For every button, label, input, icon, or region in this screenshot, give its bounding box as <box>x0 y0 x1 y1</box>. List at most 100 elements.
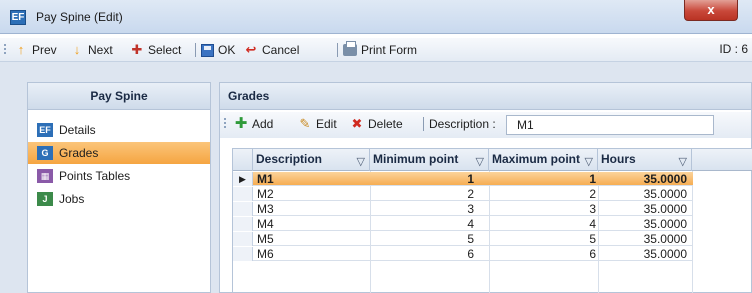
jobs-icon: J <box>37 192 53 206</box>
cell-hours: 35.0000 <box>643 247 687 261</box>
next-label: Next <box>88 43 113 57</box>
cell-minimum-point: 5 <box>467 232 474 246</box>
filter-icon[interactable]: ▽ <box>585 152 593 171</box>
cell-maximum-point: 6 <box>589 247 596 261</box>
cancel-button[interactable]: ↩ Cancel <box>244 42 300 58</box>
select-button[interactable]: ✚ Select <box>130 42 182 58</box>
grid-header: Description ▽ Minimum point ▽ Maximum po… <box>233 149 752 171</box>
title-bar: EF Pay Spine (Edit) x <box>0 0 752 34</box>
table-row[interactable]: ▶ M1 1 1 35.0000 <box>233 172 693 186</box>
column-label: Description <box>256 152 323 166</box>
nav-item-grades[interactable]: G Grades <box>28 142 210 164</box>
cell-description: M2 <box>257 187 274 201</box>
nav-item-label: Details <box>59 123 96 137</box>
cell-minimum-point: 3 <box>467 202 474 216</box>
next-button[interactable]: ↓ Next <box>70 42 113 58</box>
row-indicator <box>233 187 253 201</box>
arrow-up-icon: ↑ <box>17 42 25 57</box>
cell-minimum-point: 6 <box>467 247 474 261</box>
column-label: Minimum point <box>373 152 459 166</box>
close-button[interactable]: x <box>684 0 738 21</box>
row-indicator <box>233 217 253 231</box>
cell-minimum-point: 1 <box>467 172 474 186</box>
print-form-button[interactable]: Print Form <box>343 41 417 58</box>
cell-hours: 35.0000 <box>643 172 687 186</box>
delete-button[interactable]: ✖ Delete <box>350 116 403 132</box>
description-field[interactable]: M1 <box>506 115 714 135</box>
arrow-down-icon: ↓ <box>73 42 81 57</box>
nav-item-label: Points Tables <box>59 169 131 183</box>
cell-hours: 35.0000 <box>643 202 687 216</box>
description-label: Description : <box>429 117 496 131</box>
add-icon: ✚ <box>234 115 248 132</box>
cell-maximum-point: 1 <box>589 172 596 186</box>
row-indicator <box>233 202 253 216</box>
filter-icon[interactable]: ▽ <box>476 152 484 171</box>
filter-icon[interactable]: ▽ <box>357 152 365 171</box>
cell-description: M5 <box>257 232 274 246</box>
nav-item-points-tables[interactable]: ▦ Points Tables <box>28 165 210 187</box>
cell-maximum-point: 3 <box>589 202 596 216</box>
ok-label: OK <box>218 43 236 57</box>
nav-header: Pay Spine <box>28 83 210 110</box>
cell-minimum-point: 4 <box>467 217 474 231</box>
cell-maximum-point: 2 <box>589 187 596 201</box>
edit-button[interactable]: ✎ Edit <box>298 116 337 132</box>
toolbar-grip[interactable] <box>4 44 6 56</box>
grades-panel: Grades ✚ Add ✎ Edit ✖ Delete Description… <box>219 82 752 293</box>
cell-description: M4 <box>257 217 274 231</box>
column-label: Hours <box>601 152 636 166</box>
table-row[interactable]: M5 5 5 35.0000 <box>233 232 693 246</box>
details-icon: EF <box>37 123 53 137</box>
nav-item-label: Jobs <box>59 192 85 206</box>
undo-arrow-icon: ↩ <box>245 42 257 57</box>
points-tables-icon: ▦ <box>37 169 53 183</box>
cell-hours: 35.0000 <box>643 187 687 201</box>
current-row-indicator-icon: ▶ <box>233 172 253 186</box>
cell-description: M1 <box>257 172 274 186</box>
printer-icon <box>343 41 357 56</box>
column-header-maximum-point[interactable]: Maximum point ▽ <box>489 149 598 171</box>
column-header-minimum-point[interactable]: Minimum point ▽ <box>370 149 489 171</box>
filter-icon[interactable]: ▽ <box>679 152 687 171</box>
toolbar-separator <box>195 43 196 57</box>
nav-panel: Pay Spine EF Details G Grades ▦ Points T… <box>27 82 211 293</box>
row-indicator-header <box>233 149 253 171</box>
grades-header: Grades <box>220 83 751 110</box>
add-button[interactable]: ✚ Add <box>234 115 274 132</box>
row-indicator <box>233 247 253 261</box>
cell-maximum-point: 5 <box>589 232 596 246</box>
cancel-label: Cancel <box>262 43 300 57</box>
ok-button[interactable]: OK <box>201 42 235 58</box>
cell-description: M6 <box>257 247 274 261</box>
cell-hours: 35.0000 <box>643 217 687 231</box>
prev-button[interactable]: ↑ Prev <box>14 42 57 58</box>
table-row[interactable]: M3 3 3 35.0000 <box>233 202 693 216</box>
table-row[interactable]: M4 4 4 35.0000 <box>233 217 693 231</box>
toolbar-grip[interactable] <box>224 118 226 130</box>
nav-item-details[interactable]: EF Details <box>28 119 210 141</box>
cell-minimum-point: 2 <box>467 187 474 201</box>
save-disk-icon <box>201 43 214 57</box>
row-indicator <box>233 232 253 246</box>
edit-label: Edit <box>316 117 337 131</box>
prev-label: Prev <box>32 43 57 57</box>
select-pin-icon: ✚ <box>131 42 143 57</box>
window-title: Pay Spine (Edit) <box>36 10 123 24</box>
grades-grid: Description ▽ Minimum point ▽ Maximum po… <box>232 148 752 293</box>
nav-item-jobs[interactable]: J Jobs <box>28 188 210 210</box>
nav-item-label: Grades <box>59 146 99 160</box>
delete-label: Delete <box>368 117 403 131</box>
delete-x-icon: ✖ <box>351 116 363 131</box>
column-header-description[interactable]: Description ▽ <box>253 149 370 171</box>
main-toolbar: ↑ Prev ↓ Next ✚ Select OK ↩ Cancel Print… <box>0 38 752 62</box>
toolbar-separator <box>337 43 338 57</box>
column-header-hours[interactable]: Hours ▽ <box>598 149 692 171</box>
table-row[interactable]: M6 6 6 35.0000 <box>233 247 693 261</box>
toolbar-separator <box>423 117 424 131</box>
app-icon: EF <box>10 10 26 25</box>
table-row[interactable]: M2 2 2 35.0000 <box>233 187 693 201</box>
select-label: Select <box>148 43 182 57</box>
grades-icon: G <box>37 146 53 160</box>
add-label: Add <box>252 117 274 131</box>
